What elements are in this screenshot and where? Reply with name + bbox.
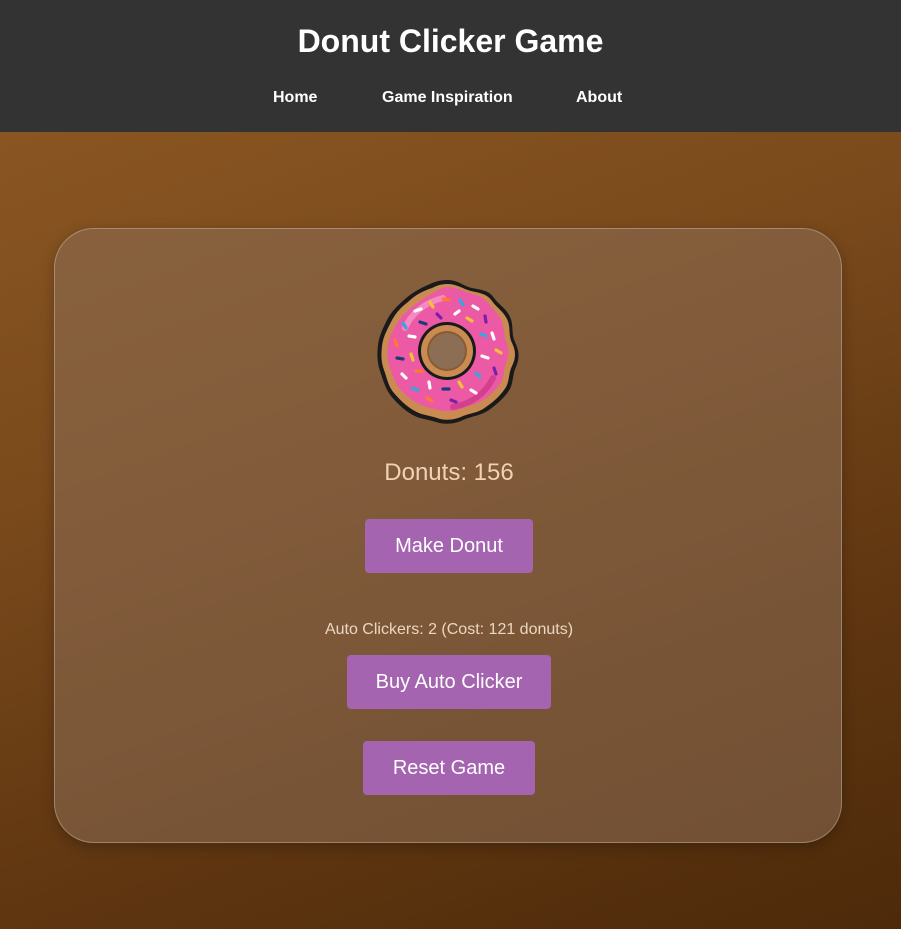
donut-icon [377, 280, 519, 424]
main-nav: Home Game Inspiration About [0, 88, 901, 110]
reset-game-button[interactable]: Reset Game [363, 741, 535, 795]
make-donut-button[interactable]: Make Donut [365, 519, 533, 573]
nav-link-game-inspiration[interactable]: Game Inspiration [382, 88, 513, 108]
game-panel: Donuts: 156 Make Donut Auto Clickers: 2 … [54, 228, 842, 843]
donut-count: Donuts: 156 [384, 459, 514, 486]
buy-auto-clicker-button[interactable]: Buy Auto Clicker [347, 655, 551, 709]
nav-link-home[interactable]: Home [273, 88, 317, 108]
nav-link-about[interactable]: About [576, 88, 622, 108]
page-title: Donut Clicker Game [297, 23, 604, 59]
site-header: Donut Clicker Game Home Game Inspiration… [0, 0, 901, 132]
auto-clicker-info: Auto Clickers: 2 (Cost: 121 donuts) [324, 621, 574, 638]
donut-button[interactable] [375, 278, 521, 426]
